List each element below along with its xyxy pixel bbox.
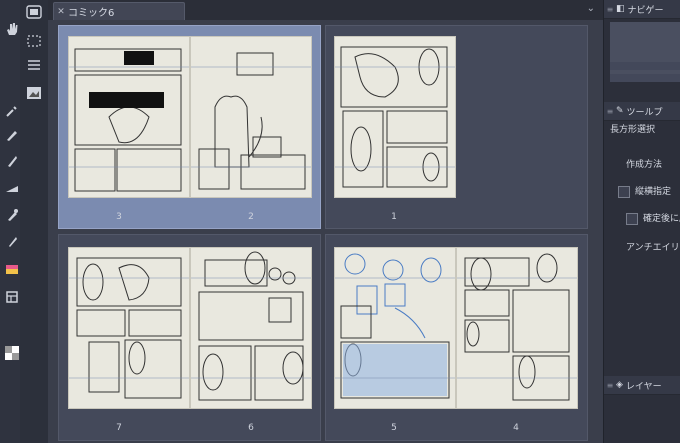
close-icon[interactable]: ✕ <box>54 7 68 17</box>
tab-comic6[interactable]: ✕ コミック6 <box>53 2 185 20</box>
marker-icon[interactable] <box>5 208 19 222</box>
zoom-slider[interactable] <box>610 62 680 70</box>
page-spread-7-6[interactable]: 7 6 <box>58 234 321 441</box>
page-thumbnail-2[interactable] <box>190 36 312 198</box>
creation-method-label: 作成方法 <box>626 160 663 170</box>
page-thumbnail-6[interactable] <box>190 247 312 409</box>
page-number: 2 <box>248 212 254 222</box>
image-icon[interactable] <box>26 86 42 100</box>
tool-property-icon: ✎ <box>616 106 624 116</box>
hand-icon[interactable] <box>5 22 19 36</box>
airbrush-icon[interactable] <box>5 180 19 194</box>
page-thumbnail-7[interactable] <box>68 247 190 409</box>
confirm-checkbox-row[interactable]: 確定後に局 <box>626 211 680 225</box>
canvas-icon[interactable] <box>26 5 42 19</box>
page-thumbnail-5[interactable] <box>334 247 456 409</box>
page-spread-5-4[interactable]: 5 4 <box>325 234 588 441</box>
sub-tool-rail <box>20 0 49 443</box>
color-swatch-icon[interactable] <box>5 346 19 360</box>
page-number: 3 <box>116 212 122 222</box>
aspect-checkbox-row[interactable]: 縦横指定 <box>618 184 671 198</box>
layer-header[interactable]: ≡ ◈ レイヤー <box>604 376 680 395</box>
antialias-label: アンチエイリア <box>626 243 680 253</box>
aspect-label: 縦横指定 <box>635 187 672 197</box>
brush-icon[interactable] <box>5 154 19 168</box>
layer-title: レイヤー <box>625 381 662 392</box>
selection-icon[interactable] <box>26 34 42 48</box>
pen-icon[interactable] <box>5 128 19 142</box>
page-thumbnail-4[interactable] <box>456 247 578 409</box>
navigator-header[interactable]: ≡ ◧ ナビゲー <box>604 0 680 19</box>
tool-rail <box>0 0 20 443</box>
fill-icon[interactable] <box>5 234 19 248</box>
frame-icon[interactable] <box>5 290 19 304</box>
tool-property-title: ツールプ <box>626 107 663 118</box>
page-number: 7 <box>116 423 122 433</box>
page-number: 1 <box>391 212 397 222</box>
page-number: 5 <box>391 423 397 433</box>
tool-name: 長方形選択 <box>610 125 656 135</box>
grip-icon[interactable]: ≡ <box>604 5 616 14</box>
grip-icon[interactable]: ≡ <box>604 381 616 390</box>
navigator-title: ナビゲー <box>627 5 664 16</box>
page-spread-1[interactable]: 1 <box>325 25 588 229</box>
page-spread-3-2[interactable]: 3 2 <box>58 25 321 229</box>
tool-property-header[interactable]: ≡ ✎ ツールプ <box>604 102 680 121</box>
eyedropper-icon[interactable] <box>5 104 19 118</box>
navigator-preview[interactable] <box>610 22 680 82</box>
navigator-icon: ◧ <box>616 4 625 14</box>
page-number: 6 <box>248 423 254 433</box>
aspect-checkbox[interactable] <box>618 185 630 198</box>
page-thumbnail-1[interactable] <box>334 36 456 198</box>
layer-icon: ◈ <box>616 380 623 390</box>
confirm-label: 確定後に局 <box>643 214 680 224</box>
right-panel: ≡ ◧ ナビゲー ≡ ✎ ツールプ 長方形選択 作成方法 縦横指定 確定後に局 … <box>603 0 680 443</box>
gradient-icon[interactable] <box>5 262 19 276</box>
page-thumbnail-3[interactable] <box>68 36 190 198</box>
chevron-down-icon[interactable]: ⌄ <box>587 3 595 14</box>
rotate-slider[interactable] <box>610 74 680 82</box>
page-manager: 3 2 1 7 6 5 4 <box>48 20 603 443</box>
page-number: 4 <box>513 423 519 433</box>
layer-list-icon[interactable] <box>26 58 42 72</box>
grip-icon[interactable]: ≡ <box>604 107 616 116</box>
tab-title: コミック6 <box>68 8 115 19</box>
confirm-checkbox[interactable] <box>626 212 638 225</box>
document-tab-strip: ✕ コミック6 ⌄ <box>48 0 603 20</box>
